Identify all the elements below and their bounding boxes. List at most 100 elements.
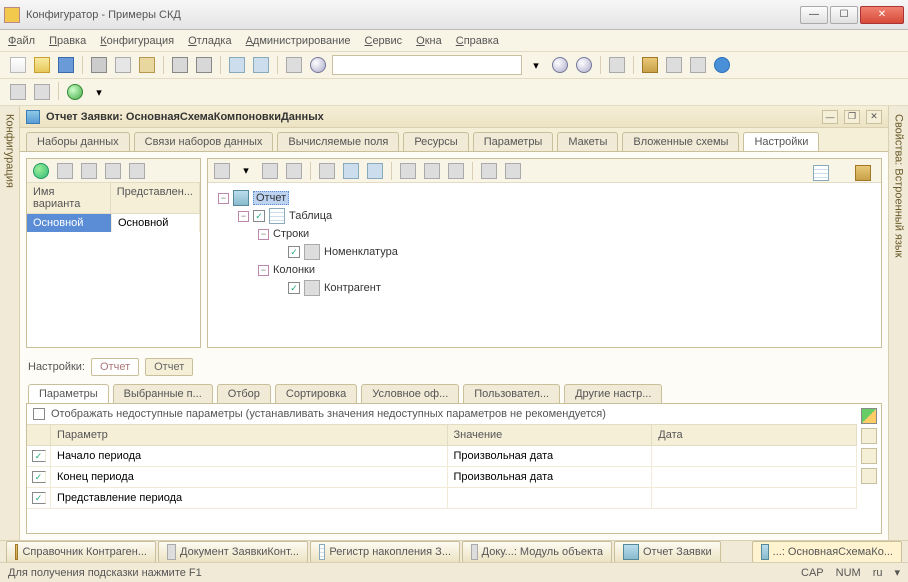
tool-button-2[interactable]	[688, 55, 708, 75]
taskbar-item[interactable]: Справочник Контраген...	[6, 541, 156, 563]
help-button[interactable]	[712, 55, 732, 75]
structure-tree[interactable]: − Отчет − ✓ Таблица − Строки	[208, 183, 881, 347]
breakpoint-list-button[interactable]	[32, 82, 52, 102]
variants-header-name[interactable]: Имя варианта	[27, 183, 111, 213]
variant-copy-button[interactable]	[55, 161, 75, 181]
window-close-button[interactable]: ✕	[860, 6, 904, 24]
menu-debug[interactable]: Отладка	[188, 35, 232, 47]
tree-toggle-icon[interactable]: −	[238, 211, 249, 222]
left-side-tab-config[interactable]: Конфигурация	[0, 106, 20, 540]
taskbar-item[interactable]: Доку...: Модуль объекта	[462, 541, 612, 563]
tree-node-row-item[interactable]: Номенклатура	[324, 246, 398, 258]
param-row[interactable]: ✓ Начало периода Произвольная дата	[27, 446, 857, 467]
print-preview-button[interactable]	[194, 55, 214, 75]
tab-dataset-links[interactable]: Связи наборов данных	[134, 132, 274, 151]
tab-resources[interactable]: Ресурсы	[403, 132, 468, 151]
cut-button[interactable]	[89, 55, 109, 75]
menu-admin[interactable]: Администрирование	[246, 35, 351, 47]
tree-node-col-item[interactable]: Контрагент	[324, 282, 381, 294]
tree-toggle-icon[interactable]: −	[218, 193, 229, 204]
tool-button-1[interactable]	[664, 55, 684, 75]
tab-datasets[interactable]: Наборы данных	[26, 132, 130, 151]
tree-tool-1[interactable]	[398, 161, 418, 181]
menu-service[interactable]: Сервис	[364, 35, 402, 47]
tree-up-button[interactable]	[341, 161, 361, 181]
param-tool-1[interactable]	[861, 428, 877, 444]
taskbar-item[interactable]: Регистр накопления З...	[310, 541, 460, 563]
subtab-filter[interactable]: Отбор	[217, 384, 271, 403]
tab-templates[interactable]: Макеты	[557, 132, 618, 151]
variant-save-button[interactable]	[127, 161, 147, 181]
find-button[interactable]	[308, 55, 328, 75]
copy-button[interactable]	[113, 55, 133, 75]
checkbox-icon[interactable]: ✓	[32, 492, 46, 504]
edit-icon[interactable]	[861, 408, 877, 424]
tree-node-report[interactable]: Отчет	[253, 191, 289, 205]
menu-windows[interactable]: Окна	[416, 35, 442, 47]
settings-chip-report-1[interactable]: Отчет	[91, 358, 139, 376]
variants-header-repr[interactable]: Представлен...	[111, 183, 200, 213]
tree-copy-button[interactable]	[317, 161, 337, 181]
run-dropdown[interactable]: ▾	[89, 82, 109, 102]
tree-tool-2[interactable]	[422, 161, 442, 181]
tree-node-cols[interactable]: Колонки	[273, 264, 315, 276]
tree-node-table[interactable]: Таблица	[289, 210, 332, 222]
checkbox-icon[interactable]: ✓	[288, 282, 300, 294]
undo-button[interactable]	[227, 55, 247, 75]
subtab-other[interactable]: Другие настр...	[564, 384, 662, 403]
tree-columns-icon-1[interactable]	[813, 165, 829, 181]
subtab-parameters[interactable]: Параметры	[28, 384, 109, 403]
window-minimize-button[interactable]: —	[800, 6, 828, 24]
param-header-value[interactable]: Значение	[448, 425, 653, 445]
tree-add-dropdown[interactable]: ▾	[236, 161, 256, 181]
variant-delete-button[interactable]	[79, 161, 99, 181]
tree-node-rows[interactable]: Строки	[273, 228, 309, 240]
param-header-date[interactable]: Дата	[652, 425, 857, 445]
mdi-minimize-button[interactable]: —	[822, 110, 838, 124]
subtab-selected-fields[interactable]: Выбранные п...	[113, 384, 213, 403]
subtab-sort[interactable]: Сортировка	[275, 384, 357, 403]
syntax-helper-button[interactable]	[640, 55, 660, 75]
tree-add-button[interactable]	[212, 161, 232, 181]
save-button[interactable]	[56, 55, 76, 75]
right-side-tab-properties[interactable]: Свойства: Встроенный язык	[888, 106, 908, 540]
param-tool-3[interactable]	[861, 468, 877, 484]
variant-row[interactable]: Основной Основной	[27, 214, 200, 232]
checkbox-icon[interactable]: ✓	[253, 210, 265, 222]
search-dropdown[interactable]: ▾	[526, 55, 546, 75]
tree-delete-button[interactable]	[284, 161, 304, 181]
checkbox-icon[interactable]: ✓	[32, 471, 46, 483]
taskbar-item[interactable]: Документ ЗаявкиКонт...	[158, 541, 308, 563]
window-maximize-button[interactable]: ☐	[830, 6, 858, 24]
variant-add-button[interactable]	[31, 161, 51, 181]
find-next-button[interactable]	[550, 55, 570, 75]
tab-nested-schemas[interactable]: Вложенные схемы	[622, 132, 739, 151]
checkbox-icon[interactable]: ✓	[288, 246, 300, 258]
paste-button[interactable]	[137, 55, 157, 75]
new-button[interactable]	[8, 55, 28, 75]
goto-button[interactable]	[284, 55, 304, 75]
param-header-name[interactable]: Параметр	[51, 425, 448, 445]
tree-tool-4[interactable]	[479, 161, 499, 181]
tab-calc-fields[interactable]: Вычисляемые поля	[277, 132, 399, 151]
tree-down-button[interactable]	[365, 161, 385, 181]
subtab-user[interactable]: Пользовател...	[463, 384, 560, 403]
taskbar-item-active[interactable]: ...: ОсновнаяСхемаКо...	[752, 541, 902, 563]
tree-tool-3[interactable]	[446, 161, 466, 181]
menu-config[interactable]: Конфигурация	[100, 35, 174, 47]
mdi-restore-button[interactable]: ❐	[844, 110, 860, 124]
redo-button[interactable]	[251, 55, 271, 75]
checkbox-icon[interactable]: ✓	[32, 450, 46, 462]
breakpoint-button[interactable]	[8, 82, 28, 102]
tab-settings[interactable]: Настройки	[743, 132, 819, 151]
menu-edit[interactable]: Правка	[49, 35, 86, 47]
tree-edit-button[interactable]	[260, 161, 280, 181]
open-button[interactable]	[32, 55, 52, 75]
param-tool-2[interactable]	[861, 448, 877, 464]
subtab-conditional[interactable]: Условное оф...	[361, 384, 459, 403]
find-prev-button[interactable]	[574, 55, 594, 75]
tree-tool-5[interactable]	[503, 161, 523, 181]
show-unavailable-checkbox[interactable]	[33, 408, 45, 420]
run-button[interactable]	[65, 82, 85, 102]
tree-columns-icon-2[interactable]	[855, 165, 871, 181]
